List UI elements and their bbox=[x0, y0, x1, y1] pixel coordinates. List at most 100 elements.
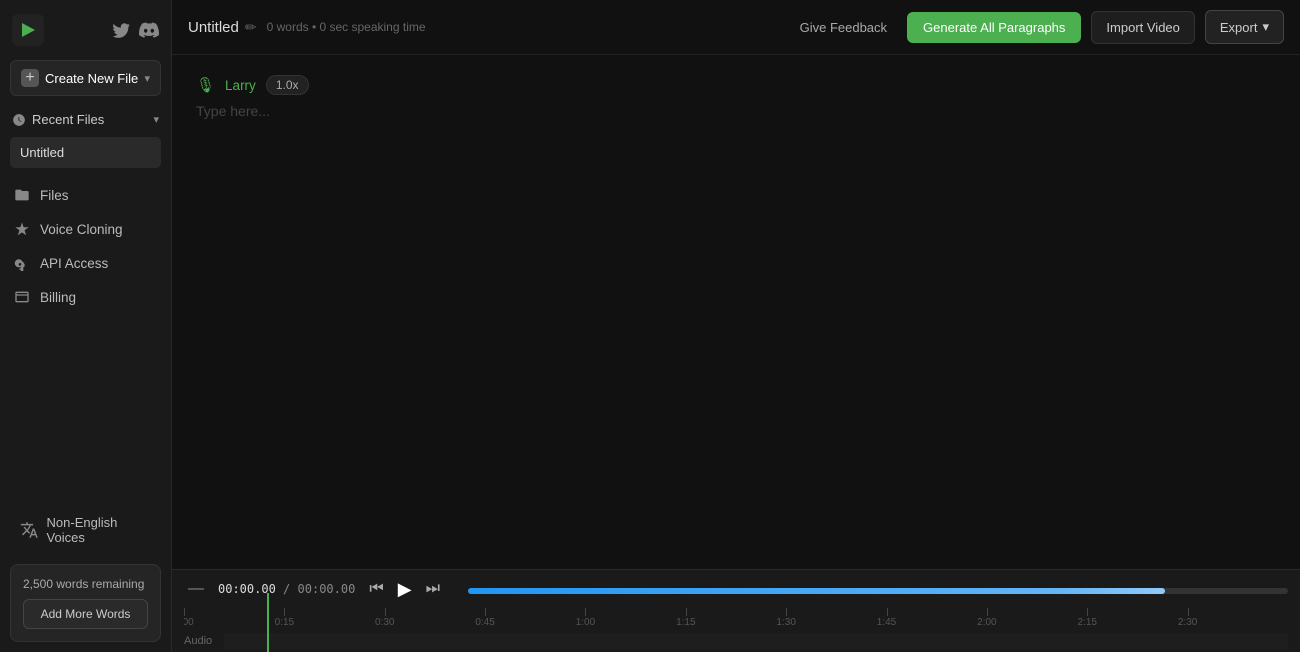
mute-button[interactable]: — bbox=[184, 580, 208, 598]
folder-icon bbox=[14, 187, 30, 203]
edit-title-icon[interactable]: ✏ bbox=[245, 19, 257, 36]
ruler-tick bbox=[485, 608, 486, 616]
editor-area: 🎙 Larry 1.0x Type here... bbox=[172, 55, 1300, 569]
editor-placeholder[interactable]: Type here... bbox=[196, 103, 1276, 119]
import-video-button[interactable]: Import Video bbox=[1091, 11, 1194, 44]
ruler-tick bbox=[1188, 608, 1189, 616]
ruler-label: 2:30 bbox=[1178, 617, 1197, 628]
ruler-tick bbox=[284, 608, 285, 616]
import-label: Import Video bbox=[1106, 20, 1179, 35]
doc-meta: 0 words • 0 sec speaking time bbox=[267, 20, 426, 34]
ruler-mark: 1:45 bbox=[887, 608, 987, 628]
progress-fill bbox=[468, 588, 1165, 594]
voice-row: 🎙 Larry 1.0x bbox=[196, 75, 1276, 95]
voice-person-icon: 🎙 bbox=[196, 76, 215, 94]
sidebar: + Create New File ▾ Recent Files ▾ Untit… bbox=[0, 0, 172, 652]
generate-label: Generate All Paragraphs bbox=[923, 20, 1065, 35]
ruler-mark: 2:30 bbox=[1188, 608, 1288, 628]
ruler-track: 0:00 0:15 0:30 0:45 1:00 1:15 1:30 1:45 … bbox=[184, 608, 1288, 628]
files-label: Files bbox=[40, 188, 69, 203]
topbar-actions: Give Feedback Generate All Paragraphs Im… bbox=[790, 10, 1284, 44]
audio-waveform bbox=[224, 633, 1288, 649]
ruler-tick bbox=[987, 608, 988, 616]
ruler-label: 0:30 bbox=[375, 617, 394, 628]
export-button[interactable]: Export ▾ bbox=[1205, 10, 1284, 44]
create-btn-label: Create New File bbox=[45, 71, 138, 86]
ruler-mark: 1:15 bbox=[686, 608, 786, 628]
main-content: Untitled ✏ 0 words • 0 sec speaking time… bbox=[172, 0, 1300, 652]
recent-files-toggle[interactable]: Recent Files ▾ bbox=[10, 106, 161, 133]
ruler-label: 2:15 bbox=[1078, 617, 1097, 628]
ruler-tick bbox=[1087, 608, 1088, 616]
playback-bar: — 00:00.00 / 00:00.00 ⏮ ▶ ⏭ bbox=[172, 569, 1300, 652]
ruler-label: 1:30 bbox=[776, 617, 795, 628]
words-box: 2,500 words remaining Add More Words bbox=[10, 564, 161, 642]
key-icon bbox=[14, 255, 30, 271]
sidebar-item-voice-cloning[interactable]: Voice Cloning bbox=[0, 212, 171, 246]
sidebar-item-files[interactable]: Files bbox=[0, 178, 171, 212]
time-display: 00:00.00 / 00:00.00 bbox=[218, 582, 355, 596]
discord-icon[interactable] bbox=[139, 20, 159, 40]
twitter-icon[interactable] bbox=[111, 20, 131, 40]
ruler-tick bbox=[887, 608, 888, 616]
star-icon bbox=[14, 221, 30, 237]
ruler-mark: 0:45 bbox=[485, 608, 585, 628]
recent-chevron-icon: ▾ bbox=[153, 113, 159, 126]
ruler-label: 2:00 bbox=[977, 617, 996, 628]
progress-bar[interactable] bbox=[468, 588, 1288, 594]
ruler-tick bbox=[184, 608, 185, 616]
ruler-mark: 1:00 bbox=[585, 608, 685, 628]
audio-track-row: Audio bbox=[184, 630, 1288, 652]
billing-label: Billing bbox=[40, 290, 76, 305]
sidebar-bottom: Non-English Voices 2,500 words remaining… bbox=[0, 496, 171, 652]
create-new-file-button[interactable]: + Create New File ▾ bbox=[10, 60, 161, 96]
voice-cloning-label: Voice Cloning bbox=[40, 222, 123, 237]
add-words-button[interactable]: Add More Words bbox=[23, 599, 148, 629]
ruler-tick bbox=[585, 608, 586, 616]
doc-title-area: Untitled ✏ 0 words • 0 sec speaking time bbox=[188, 19, 426, 36]
play-icon: ▶ bbox=[398, 579, 412, 599]
voice-name[interactable]: Larry bbox=[225, 78, 256, 93]
sidebar-header bbox=[0, 0, 171, 56]
recent-files-label: Recent Files bbox=[32, 112, 104, 127]
play-button[interactable]: ▶ bbox=[398, 579, 412, 600]
topbar: Untitled ✏ 0 words • 0 sec speaking time… bbox=[172, 0, 1300, 55]
translate-icon bbox=[20, 520, 39, 540]
next-icon: ⏭ bbox=[426, 580, 440, 597]
ruler-mark: 0:15 bbox=[284, 608, 384, 628]
plus-icon: + bbox=[21, 69, 39, 87]
add-words-label: Add More Words bbox=[41, 607, 131, 621]
ruler-label: 0:15 bbox=[275, 617, 294, 628]
ruler-tick bbox=[786, 608, 787, 616]
ruler-mark: 0:00 bbox=[184, 608, 284, 628]
mute-icon: — bbox=[188, 580, 204, 597]
ruler-mark: 1:30 bbox=[786, 608, 886, 628]
export-label: Export bbox=[1220, 20, 1258, 35]
ruler-label: 1:00 bbox=[576, 617, 595, 628]
ruler-label: 0:45 bbox=[475, 617, 494, 628]
give-feedback-button[interactable]: Give Feedback bbox=[790, 14, 897, 41]
non-english-label: Non-English Voices bbox=[47, 515, 151, 545]
transport-controls: ⏮ ▶ ⏭ bbox=[365, 578, 444, 600]
card-icon bbox=[14, 289, 30, 305]
timeline-ruler: 0:00 0:15 0:30 0:45 1:00 1:15 1:30 1:45 … bbox=[184, 608, 1288, 628]
total-time: 00:00.00 bbox=[298, 582, 356, 596]
next-button[interactable]: ⏭ bbox=[422, 578, 444, 600]
recent-file-item[interactable]: Untitled bbox=[10, 137, 161, 168]
ruler-label: 1:15 bbox=[676, 617, 695, 628]
sidebar-item-billing[interactable]: Billing bbox=[0, 280, 171, 314]
sidebar-item-api-access[interactable]: API Access bbox=[0, 246, 171, 280]
export-chevron-icon: ▾ bbox=[1262, 19, 1269, 35]
ruler-label: 1:45 bbox=[877, 617, 896, 628]
prev-button[interactable]: ⏮ bbox=[365, 578, 387, 600]
non-english-voices-button[interactable]: Non-English Voices bbox=[10, 506, 161, 554]
feedback-label: Give Feedback bbox=[800, 20, 887, 35]
speed-badge[interactable]: 1.0x bbox=[266, 75, 309, 95]
clock-icon bbox=[12, 113, 26, 127]
current-time: 00:00.00 bbox=[218, 582, 283, 596]
ruler-label: 0:00 bbox=[184, 617, 194, 628]
api-access-label: API Access bbox=[40, 256, 108, 271]
generate-all-paragraphs-button[interactable]: Generate All Paragraphs bbox=[907, 12, 1081, 43]
words-remaining-text: 2,500 words remaining bbox=[23, 577, 148, 591]
social-icons bbox=[111, 20, 159, 40]
